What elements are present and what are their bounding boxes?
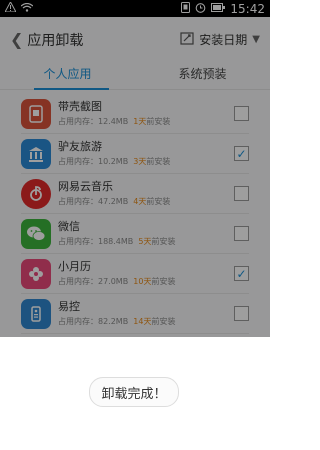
dim-overlay bbox=[0, 0, 270, 337]
toast-message: 卸载完成！ bbox=[89, 377, 179, 407]
